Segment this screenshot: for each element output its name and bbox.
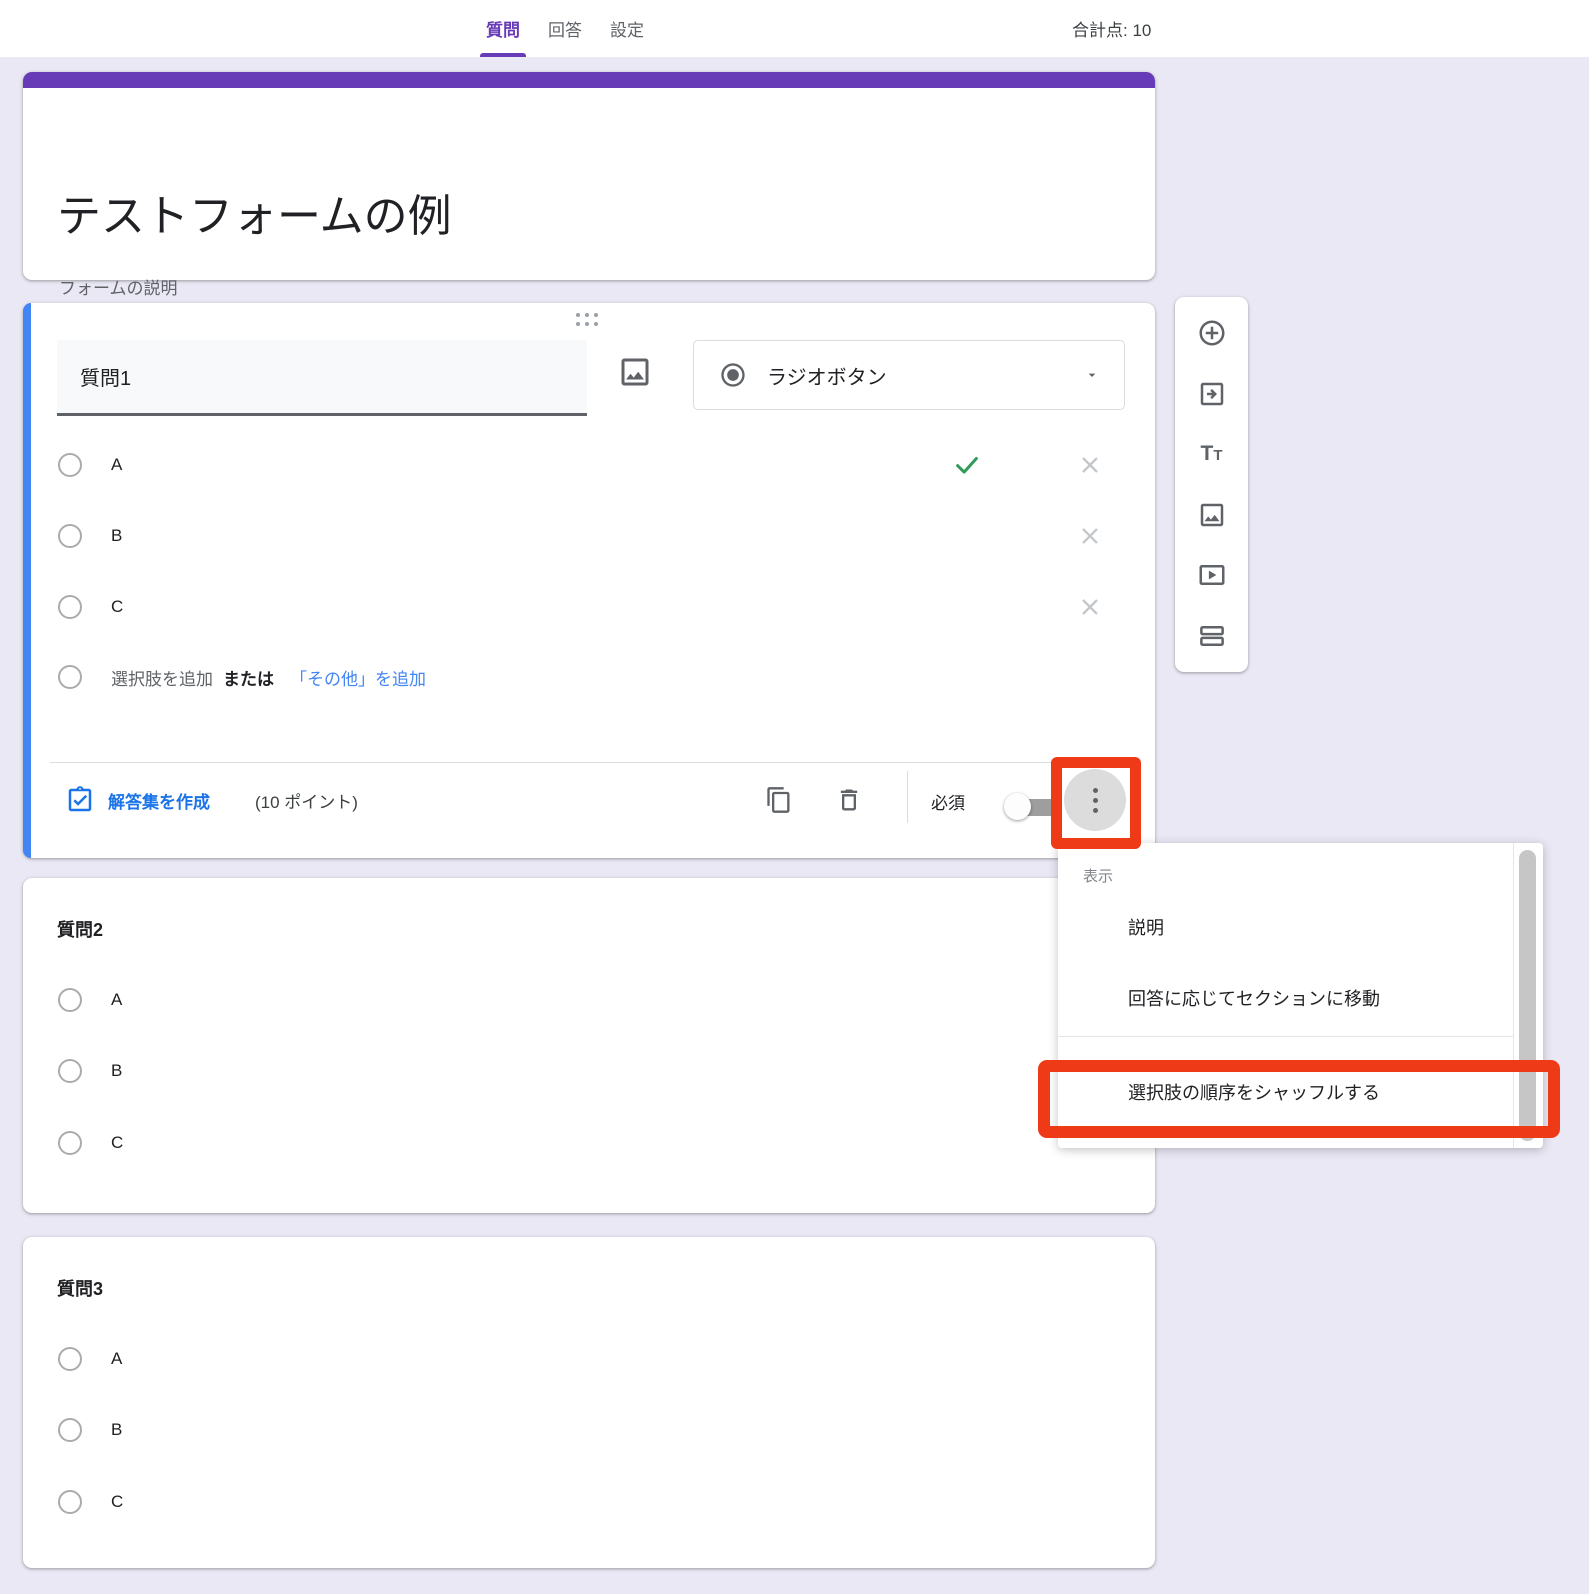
option-row-c: C (58, 593, 123, 621)
add-image-icon[interactable] (617, 354, 653, 390)
option-row-a: A (58, 451, 122, 479)
tab-questions-label: 質問 (486, 21, 520, 40)
add-option-button[interactable]: 選択肢を追加 (111, 665, 213, 690)
option-label[interactable]: C (111, 597, 123, 617)
duplicate-icon[interactable] (765, 786, 793, 814)
option-label: B (111, 1420, 123, 1439)
menu-divider (1058, 1036, 1514, 1037)
option-row: A (58, 1345, 122, 1373)
add-question-icon[interactable] (1197, 318, 1227, 348)
option-row-b: B (58, 522, 122, 550)
radio-circle[interactable] (58, 453, 82, 477)
question-title: 質問2 (57, 920, 104, 940)
footer-separator (907, 771, 908, 823)
menu-item-shuffle-options[interactable]: 選択肢の順序をシャッフルする (1128, 1075, 1380, 1109)
tab-settings-label: 設定 (610, 21, 644, 40)
form-description[interactable]: フォームの説明 (59, 274, 178, 299)
delete-icon[interactable] (835, 786, 863, 814)
correct-answer-check-icon (952, 450, 982, 480)
question-title-input[interactable]: 質問1 (57, 340, 587, 416)
option-label: C (111, 1133, 124, 1152)
remove-option-icon[interactable] (1076, 593, 1104, 621)
chevron-down-icon (1084, 367, 1100, 383)
add-image-toolbar-icon[interactable] (1197, 500, 1227, 530)
option-label: B (111, 1061, 123, 1080)
required-label: 必須 (931, 794, 965, 813)
top-bar: 質問 回答 設定 合計点: 10 (0, 0, 1589, 57)
add-option-row: 選択肢を追加 または 「その他」を追加 (58, 663, 426, 691)
menu-item-go-to-section[interactable]: 回答に応じてセクションに移動 (1128, 981, 1380, 1015)
points-label: (10 ポイント) (255, 792, 358, 812)
form-header-card: テストフォームの例 フォームの説明 (23, 72, 1155, 298)
form-title[interactable]: テストフォームの例 (57, 180, 452, 244)
question-type-dropdown[interactable]: ラジオボタン (693, 340, 1125, 410)
option-row: B (58, 1416, 122, 1444)
add-section-icon[interactable] (1197, 621, 1227, 651)
question-title-text: 質問1 (80, 368, 132, 390)
tab-questions[interactable]: 質問 (472, 0, 534, 57)
question1-card: 質問1 ラジオボタン A B C 選択肢を追加 または 「その他」を追加 解答集… (23, 303, 1155, 858)
add-other-link[interactable]: 「その他」を追加 (290, 665, 426, 690)
option-label: C (111, 1492, 124, 1511)
option-row: B (58, 1057, 122, 1085)
question-title: 質問3 (57, 1279, 104, 1299)
radio-circle[interactable] (58, 988, 82, 1012)
option-row: A (58, 986, 122, 1014)
drag-handle-icon[interactable] (576, 313, 598, 326)
side-toolbar: TT (1175, 297, 1248, 672)
option-row: C (58, 1129, 123, 1157)
radio-circle[interactable] (58, 524, 82, 548)
menu-scrollbar (1513, 843, 1543, 1148)
radio-circle[interactable] (58, 1131, 82, 1155)
radio-button-icon (719, 361, 747, 389)
answer-key-label: 解答集を作成 (108, 792, 210, 812)
card-footer-divider (50, 762, 1128, 763)
answer-key-icon (65, 785, 95, 815)
tab-responses[interactable]: 回答 (534, 0, 596, 57)
answer-key-button[interactable]: 解答集を作成 (65, 781, 210, 819)
option-label[interactable]: A (111, 455, 122, 475)
or-label: または (223, 669, 274, 689)
tab-bar: 質問 回答 設定 (472, 0, 658, 57)
add-video-icon[interactable] (1197, 560, 1227, 590)
radio-circle[interactable] (58, 1059, 82, 1083)
total-points: 合計点: 10 (1072, 21, 1152, 40)
radio-circle[interactable] (58, 595, 82, 619)
radio-circle[interactable] (58, 1418, 82, 1442)
add-title-icon[interactable]: TT (1197, 439, 1227, 469)
active-card-indicator (23, 303, 31, 858)
question2-card[interactable]: 質問2 A B C (23, 878, 1155, 1213)
radio-circle[interactable] (58, 1490, 82, 1514)
toggle-knob (1004, 793, 1031, 820)
option-row: C (58, 1488, 123, 1516)
google-forms-editor: 質問 回答 設定 合計点: 10 テストフォームの例 フォームの説明 質問1 ラ… (0, 0, 1589, 1594)
more-options-menu: 表示 説明 回答に応じてセクションに移動 選択肢の順序をシャッフルする (1058, 843, 1543, 1148)
question-type-label: ラジオボタン (767, 366, 887, 389)
menu-item-description[interactable]: 説明 (1128, 910, 1164, 944)
option-label: A (111, 1349, 123, 1368)
more-options-button[interactable] (1064, 769, 1126, 831)
remove-option-icon[interactable] (1076, 522, 1104, 550)
menu-section-header: 表示 (1083, 868, 1114, 885)
tab-settings[interactable]: 設定 (596, 0, 658, 57)
radio-circle[interactable] (58, 1347, 82, 1371)
question3-card[interactable]: 質問3 A B C (23, 1237, 1155, 1568)
form-theme-bar (23, 72, 1155, 88)
tab-responses-label: 回答 (548, 21, 582, 40)
option-label: A (111, 990, 123, 1009)
remove-option-icon[interactable] (1076, 451, 1104, 479)
option-label[interactable]: B (111, 526, 122, 546)
menu-scrollbar-thumb[interactable] (1519, 850, 1536, 1141)
radio-circle (58, 665, 82, 689)
required-toggle[interactable] (1004, 793, 1064, 821)
import-questions-icon[interactable] (1197, 379, 1227, 409)
